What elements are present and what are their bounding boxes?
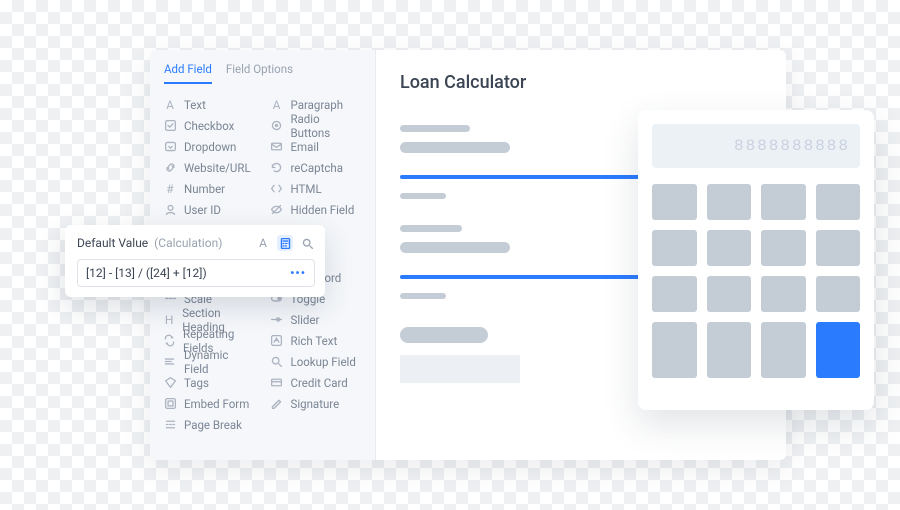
field-page-break[interactable]: Page Break: [156, 414, 263, 435]
radio-icon: [270, 119, 284, 133]
calc-key[interactable]: [707, 184, 752, 220]
mail-icon: [270, 140, 284, 154]
calc-key[interactable]: [761, 184, 806, 220]
field-userid[interactable]: User ID: [156, 199, 263, 220]
default-value-label: Default Value: [77, 236, 148, 250]
default-value-sublabel: (Calculation): [154, 236, 222, 250]
calc-key[interactable]: [816, 230, 861, 266]
recaptcha-icon: [270, 161, 284, 175]
search-icon[interactable]: [299, 235, 315, 251]
paragraph-icon: A: [270, 98, 284, 112]
embed-icon: [163, 397, 177, 411]
calc-key[interactable]: [761, 322, 806, 378]
heading-icon: H: [163, 313, 175, 327]
field-tags[interactable]: Tags: [156, 372, 263, 393]
calc-key[interactable]: [707, 276, 752, 312]
field-credit-card[interactable]: Credit Card: [263, 372, 370, 393]
calc-key[interactable]: [761, 276, 806, 312]
calc-key[interactable]: [652, 322, 697, 378]
eye-off-icon: [270, 203, 284, 217]
field-slider[interactable]: Slider: [263, 309, 370, 330]
repeat-icon: [163, 334, 176, 348]
placeholder-value: [400, 142, 510, 153]
pagebreak-icon: [163, 418, 177, 432]
default-value-card: Default Value (Calculation) A [12] - [13…: [65, 225, 325, 297]
field-lookup[interactable]: Lookup Field: [263, 351, 370, 372]
dynamic-icon: [163, 355, 177, 369]
placeholder-button: [400, 327, 488, 343]
field-signature[interactable]: Signature: [263, 393, 370, 414]
field-number[interactable]: #Number: [156, 178, 263, 199]
placeholder-value: [400, 242, 510, 253]
calculator-mode-icon[interactable]: [277, 235, 293, 251]
field-text[interactable]: AText: [156, 94, 263, 115]
field-url[interactable]: Website/URL: [156, 157, 263, 178]
formula-input[interactable]: [12] - [13] / ([24] + [12]) •••: [77, 259, 315, 287]
slider-icon: [270, 313, 284, 327]
richtext-icon: [270, 334, 284, 348]
user-icon: [163, 203, 177, 217]
calc-key[interactable]: [652, 230, 697, 266]
dropdown-icon: [163, 140, 177, 154]
field-dropdown[interactable]: Dropdown: [156, 136, 263, 157]
checkbox-icon: [163, 119, 177, 133]
calculator-display: 8888888888: [652, 124, 860, 168]
tag-icon: [163, 376, 177, 390]
placeholder-label: [400, 125, 470, 132]
field-embed[interactable]: Embed Form: [156, 393, 263, 414]
tab-add-field[interactable]: Add Field: [164, 62, 212, 84]
field-checkbox[interactable]: Checkbox: [156, 115, 263, 136]
preview-title: Loan Calculator: [400, 72, 766, 93]
formula-text: [12] - [13] / ([24] + [12]): [86, 266, 207, 280]
card-icon: [270, 376, 284, 390]
calc-key[interactable]: [652, 276, 697, 312]
calc-key[interactable]: [816, 276, 861, 312]
hash-icon: #: [163, 182, 177, 196]
tab-field-options[interactable]: Field Options: [226, 62, 293, 84]
field-email[interactable]: Email: [263, 136, 370, 157]
field-richtext[interactable]: Rich Text: [263, 330, 370, 351]
placeholder-hint: [400, 293, 446, 299]
placeholder-hint: [400, 193, 446, 199]
html-icon: [270, 182, 284, 196]
calc-key[interactable]: [707, 230, 752, 266]
calculator-keys: [652, 184, 860, 378]
field-radio[interactable]: Radio Buttons: [263, 115, 370, 136]
calculator-card: 8888888888: [638, 110, 874, 410]
text-icon: A: [163, 98, 177, 112]
calc-key-equals[interactable]: [816, 322, 861, 378]
signature-icon: [270, 397, 284, 411]
text-mode-icon[interactable]: A: [255, 235, 271, 251]
calc-key[interactable]: [707, 322, 752, 378]
more-options-icon[interactable]: •••: [290, 266, 306, 280]
search-icon: [270, 355, 284, 369]
link-icon: [163, 161, 177, 175]
field-recaptcha[interactable]: reCaptcha: [263, 157, 370, 178]
calc-key[interactable]: [652, 184, 697, 220]
calc-key[interactable]: [816, 184, 861, 220]
sidebar-tabs: Add Field Field Options: [150, 50, 375, 84]
field-hidden[interactable]: Hidden Field: [263, 199, 370, 220]
placeholder-label: [400, 225, 462, 232]
calc-key[interactable]: [761, 230, 806, 266]
field-html[interactable]: HTML: [263, 178, 370, 199]
placeholder-box: [400, 355, 520, 383]
field-dynamic[interactable]: Dynamic Field: [156, 351, 263, 372]
